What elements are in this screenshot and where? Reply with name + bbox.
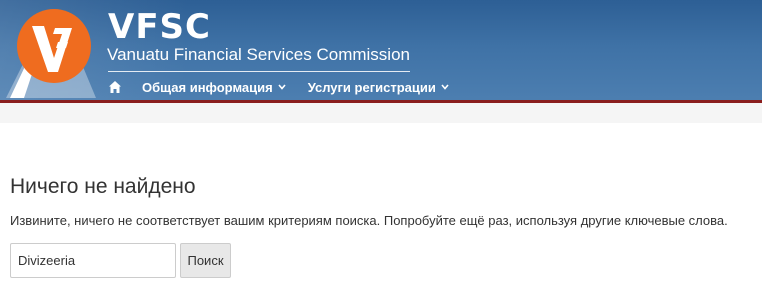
vfsc-logo-icon[interactable] [6, 2, 96, 98]
main-nav: Общая информация Услуги регистрации [108, 78, 471, 96]
breadcrumb-bar [0, 103, 762, 123]
chevron-down-icon [278, 84, 286, 90]
search-button[interactable]: Поиск [180, 243, 231, 278]
nav-item-registration-services[interactable]: Услуги регистрации [308, 80, 449, 95]
nav-item-label: Услуги регистрации [307, 79, 436, 95]
search-input[interactable] [10, 243, 176, 278]
nav-item-general-info[interactable]: Общая информация [142, 80, 286, 95]
search-form: Поиск [10, 243, 231, 278]
page-title: Ничего не найдено [10, 175, 196, 198]
brand-subtitle: Vanuatu Financial Services Commission [107, 45, 410, 64]
site-header: VFSC Vanuatu Financial Services Commissi… [0, 0, 762, 103]
no-results-message: Извините, ничего не соответствует вашим … [10, 213, 728, 228]
brand-title[interactable]: VFSC [108, 8, 211, 46]
nav-item-label: Общая информация [142, 79, 273, 95]
chevron-down-icon [441, 84, 449, 90]
brand-divider [108, 71, 410, 72]
home-icon[interactable] [108, 80, 122, 94]
